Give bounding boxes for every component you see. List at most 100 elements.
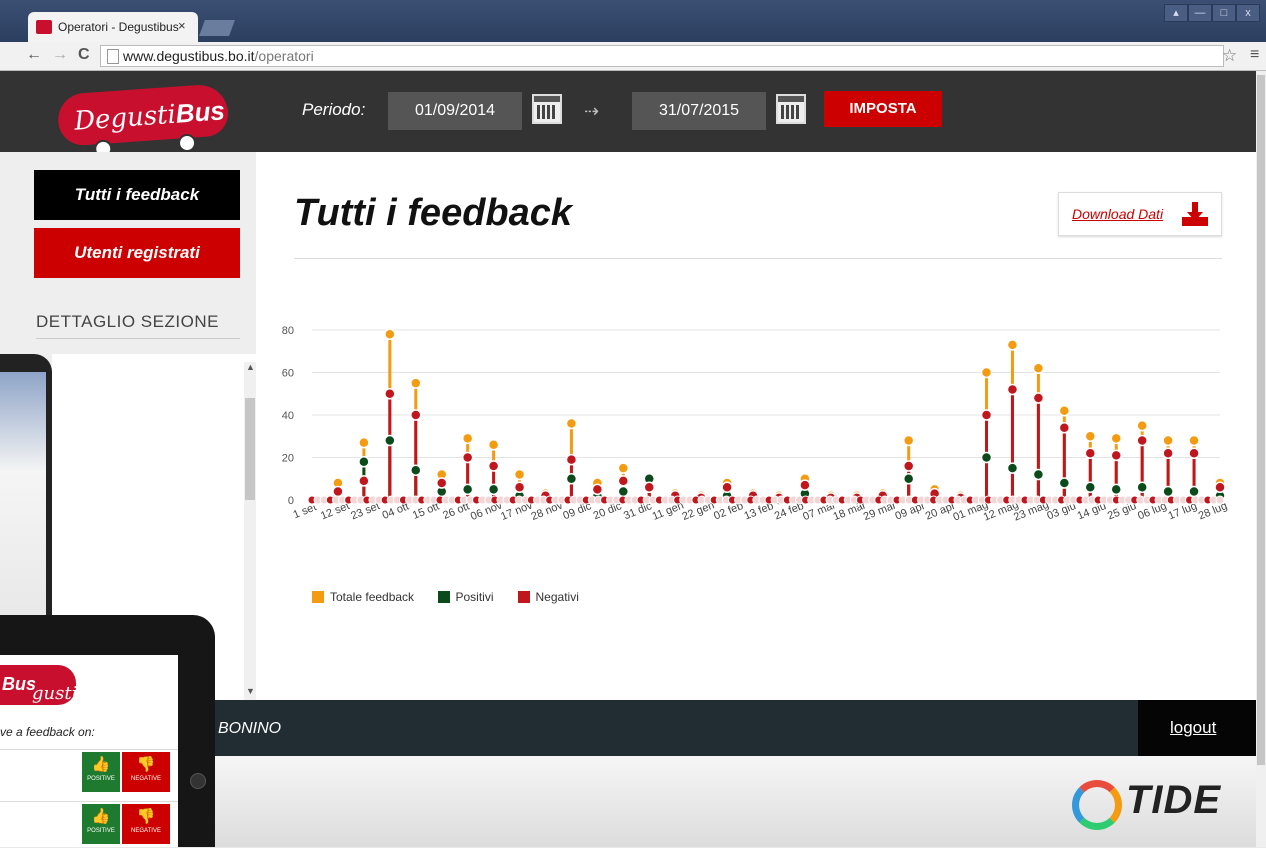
page-scrollbar[interactable] (1256, 71, 1266, 847)
tablet-image-bottom: gusti Bus ve a feedback on: 👍 POSITIVE 👎 NE… (0, 615, 215, 847)
negative-button[interactable]: 👎 NEGATIVE (122, 752, 170, 792)
scroll-up-icon[interactable]: ▲ (246, 362, 255, 372)
reload-icon[interactable]: C (78, 46, 90, 64)
logo-text: DegustiBus (73, 95, 226, 136)
data-point (1006, 339, 1019, 351)
site-header: DegustiBus Periodo: 01/09/2014 ⇢ 31/07/2… (0, 71, 1256, 159)
data-point (591, 483, 604, 496)
data-point (1058, 477, 1071, 489)
legend-label: Negativi (535, 590, 579, 604)
data-point (487, 483, 500, 496)
legend-item[interactable]: Totale feedback (312, 590, 414, 604)
url-domain: www.degustibus.bo.it (123, 48, 255, 64)
data-point (513, 481, 526, 493)
data-point (410, 464, 422, 476)
calendar-from-icon[interactable] (532, 94, 562, 124)
data-point (1162, 485, 1174, 498)
data-point (1188, 447, 1200, 459)
data-point (643, 481, 656, 493)
thumbs-up-icon: 👍 (91, 807, 111, 825)
logout-link[interactable]: logout (1170, 718, 1216, 738)
data-point (461, 451, 474, 464)
degustibus-logo[interactable]: DegustiBus (56, 83, 230, 159)
window-user-button[interactable]: ▴ (1164, 4, 1188, 22)
data-point (565, 453, 578, 466)
legend-label: Positivi (455, 590, 494, 604)
tablet-logo-regular: gusti (32, 683, 78, 704)
browser-tab[interactable]: Operatori - Degustibus × (28, 12, 198, 42)
overlay-scrollbar-thumb[interactable] (245, 398, 255, 500)
data-point (435, 477, 448, 489)
thumbs-up-icon: 👍 (91, 755, 111, 773)
tab-close-icon[interactable]: × (178, 18, 186, 33)
data-point (902, 434, 915, 447)
positive-label: POSITIVE (87, 776, 115, 782)
url-field[interactable]: www.degustibus.bo.it/operatori (100, 45, 1224, 67)
data-point (565, 417, 578, 430)
forward-icon[interactable]: → (52, 46, 68, 64)
date-from-field[interactable]: 01/09/2014 (388, 92, 522, 130)
window-minimize-button[interactable]: — (1188, 4, 1212, 22)
bookmark-star-icon[interactable]: ☆ (1222, 46, 1237, 66)
data-point (1136, 481, 1148, 493)
positive-button[interactable]: 👍 POSITIVE (82, 752, 120, 792)
data-point (461, 483, 474, 496)
positive-label: POSITIVE (87, 828, 115, 834)
download-data-button[interactable]: Download Dati (1058, 192, 1222, 236)
data-point (487, 460, 500, 472)
negative-button[interactable]: 👎 NEGATIVE (122, 804, 170, 844)
thumbs-down-icon: 👎 (136, 755, 156, 773)
date-to-field[interactable]: 31/07/2015 (632, 92, 766, 130)
tide-logo-text: TIDE (1126, 778, 1222, 822)
data-point (565, 473, 578, 485)
tablet-logo-text: gusti Bus (2, 674, 77, 704)
download-icon (1182, 202, 1208, 226)
sidebar-item-registered-users[interactable]: Utenti registrati (34, 228, 240, 278)
browser-menu-icon[interactable]: ≡ (1250, 46, 1259, 64)
scroll-down-icon[interactable]: ▼ (246, 686, 255, 696)
data-point (902, 473, 915, 485)
legend-label: Totale feedback (330, 590, 415, 604)
window-close-button[interactable]: x (1236, 4, 1260, 22)
feedback-chart: 0204060801 set 12 set23 set 04 ott 15 ott 26… (282, 325, 1229, 524)
data-point (1058, 405, 1071, 417)
data-point (487, 439, 500, 451)
page-title: Tutti i feedback (294, 192, 573, 234)
data-point (1058, 422, 1071, 434)
tab-strip: Operatori - Degustibus × ▴ — □ x (0, 0, 1266, 42)
section-detail-heading: DETTAGLIO SEZIONE (36, 312, 219, 331)
favicon-icon (36, 20, 52, 34)
data-point (617, 462, 630, 474)
arrow-icon: ⇢ (584, 101, 600, 121)
y-tick-label: 20 (282, 453, 294, 465)
tablet-question: ve a feedback on: (0, 725, 95, 739)
sidebar-item-all-feedback[interactable]: Tutti i feedback (34, 170, 240, 220)
logo-text-bold: Bus (174, 95, 226, 129)
page-scrollbar-thumb[interactable] (1257, 75, 1265, 765)
data-point (1084, 447, 1097, 459)
logout-area: logout (1138, 700, 1256, 756)
data-point (1188, 434, 1200, 447)
data-point (358, 475, 370, 487)
set-period-button[interactable]: IMPOSTA (824, 91, 942, 127)
tide-logo: TIDE (1068, 776, 1248, 832)
legend-swatch (517, 591, 530, 603)
positive-button[interactable]: 👍 POSITIVE (82, 804, 120, 844)
legend-swatch (437, 591, 450, 603)
data-point (1032, 362, 1045, 374)
url-path: /operatori (254, 48, 314, 64)
calendar-to-icon[interactable] (776, 94, 806, 124)
window-maximize-button[interactable]: □ (1212, 4, 1236, 22)
overlay-scrollbar[interactable]: ▲ ▼ (244, 362, 256, 700)
tablet-feedback-row: 👍 POSITIVE 👎 NEGATIVE (0, 749, 178, 796)
address-bar-row: ← → C www.degustibus.bo.it/operatori ☆ ≡ (0, 42, 1266, 71)
data-point (980, 409, 993, 421)
tablet-image-top (0, 354, 52, 622)
new-tab-button[interactable] (199, 20, 235, 36)
back-icon[interactable]: ← (26, 46, 42, 64)
legend-item[interactable]: Negativi (517, 590, 579, 604)
data-point (461, 432, 474, 445)
y-tick-label: 80 (282, 325, 294, 337)
divider (36, 338, 240, 339)
legend-item[interactable]: Positivi (437, 590, 494, 604)
